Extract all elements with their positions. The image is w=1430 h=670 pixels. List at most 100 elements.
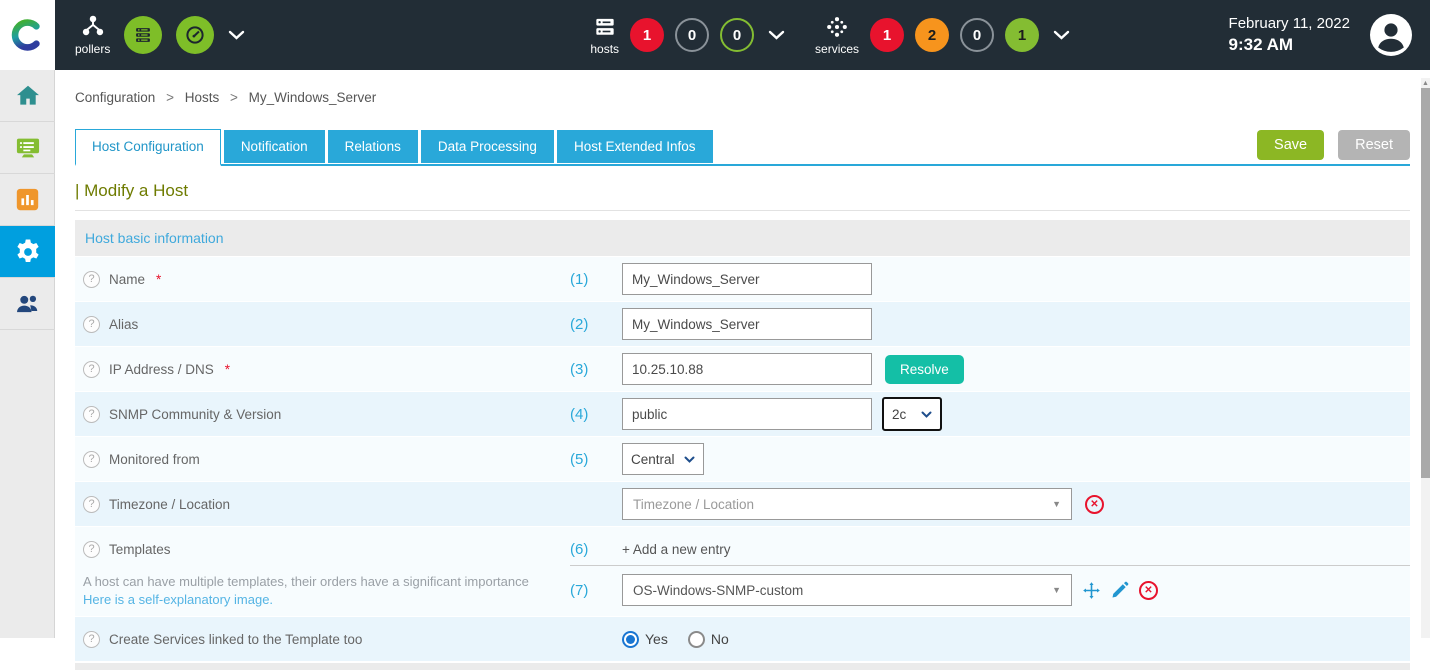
sidebar-item-configuration[interactable] [0,226,55,278]
tab-host-extended-infos[interactable]: Host Extended Infos [557,130,713,163]
timezone-select[interactable]: Timezone / Location ▼ [622,488,1072,520]
bar-chart-icon [14,186,41,213]
pencil-icon [1111,581,1129,599]
edit-template-button[interactable] [1111,581,1129,599]
alias-input[interactable] [622,308,872,340]
section-host-basic-information[interactable]: Host basic information [75,220,1410,256]
vertical-scrollbar[interactable]: ▲ [1421,78,1430,638]
timezone-label-cell: ? Timezone / Location [75,496,570,513]
tab-host-configuration[interactable]: Host Configuration [75,129,221,166]
user-avatar[interactable] [1370,14,1412,56]
clear-timezone-icon[interactable]: ✕ [1085,495,1104,514]
name-input[interactable] [622,263,872,295]
timezone-label: Timezone / Location [109,497,230,512]
services-warning-badge[interactable]: 2 [915,18,949,52]
snmp-version-select[interactable]: 2c [882,397,942,431]
chevron-down-icon [684,456,695,463]
centreon-logo[interactable] [0,0,55,70]
move-template-handle[interactable] [1082,581,1101,600]
tab-data-processing[interactable]: Data Processing [421,130,554,163]
create-services-yes-option[interactable]: Yes [622,631,668,648]
services-chevron-down-icon[interactable] [1053,30,1070,40]
templates-helper-link[interactable]: Here is a self-explanatory image. [83,592,273,607]
hosts-up-badge[interactable]: 0 [720,18,754,52]
sidebar-item-reporting[interactable] [0,174,55,226]
pollers-group: pollers [75,14,245,56]
tab-relations[interactable]: Relations [328,130,418,163]
page-content: Configuration > Hosts > My_Windows_Serve… [55,70,1430,670]
reset-button[interactable]: Reset [1338,130,1410,160]
sidebar-item-monitoring[interactable] [0,122,55,174]
help-icon[interactable]: ? [83,496,100,513]
annotation-4: (4) [570,406,622,423]
create-services-no-option[interactable]: No [688,631,729,648]
templates-label: Templates [109,542,171,557]
annotation-7: (7) [570,582,622,599]
services-critical-badge[interactable]: 1 [870,18,904,52]
help-icon[interactable]: ? [83,361,100,378]
required-asterisk: * [225,362,230,377]
sidebar-item-home[interactable] [0,70,55,122]
tab-notification[interactable]: Notification [224,130,325,163]
monitored-from-label-cell: ? Monitored from [75,451,570,468]
save-button[interactable]: Save [1257,130,1324,160]
help-icon[interactable]: ? [83,406,100,423]
scrollbar-thumb[interactable] [1421,88,1430,478]
poller-latency-status[interactable] [176,16,214,54]
snmp-label-cell: ? SNMP Community & Version [75,406,570,423]
poller-servers-status[interactable] [124,16,162,54]
hosts-unreachable-badge[interactable]: 0 [675,18,709,52]
breadcrumb-hosts[interactable]: Hosts [185,90,220,105]
snmp-community-label: SNMP Community & Version [109,407,281,422]
pollers-status[interactable]: pollers [75,14,110,56]
sidebar-item-administration[interactable] [0,278,55,330]
caret-down-icon: ▼ [1052,499,1061,509]
pollers-chevron-down-icon[interactable] [228,30,245,40]
template-select[interactable]: OS-Windows-SNMP-custom ▼ [622,574,1072,606]
header-time: 9:32 AM [1229,34,1350,55]
hosts-status[interactable]: hosts [590,14,619,56]
breadcrumb-configuration[interactable]: Configuration [75,90,155,105]
form-row-name: ? Name * (1) [75,257,1410,301]
add-template-entry-link[interactable]: + Add a new entry [622,542,730,557]
user-icon [1370,14,1412,56]
radio-no[interactable] [688,631,705,648]
services-unknown-badge[interactable]: 0 [960,18,994,52]
monitored-from-value: Central [631,452,675,467]
help-icon[interactable]: ? [83,271,100,288]
header-clock: February 11, 2022 9:32 AM [1229,15,1350,55]
alias-label: Alias [109,317,138,332]
sidebar [0,0,55,638]
scrollbar-up-arrow[interactable]: ▲ [1421,78,1430,88]
templates-controls: (6) + Add a new entry (7) OS-Windows-SNM… [570,534,1410,606]
snmp-community-input[interactable] [622,398,872,430]
ip-address-input[interactable] [622,353,872,385]
help-icon[interactable]: ? [83,316,100,333]
users-icon [14,290,42,318]
hosts-down-badge[interactable]: 1 [630,18,664,52]
help-icon[interactable]: ? [83,541,100,558]
resolve-button[interactable]: Resolve [885,355,964,384]
template-value: OS-Windows-SNMP-custom [633,583,803,598]
hosts-chevron-down-icon[interactable] [768,30,785,40]
radio-yes[interactable] [622,631,639,648]
services-ok-badge[interactable]: 1 [1005,18,1039,52]
services-label: services [815,42,859,56]
create-services-label: Create Services linked to the Template t… [109,632,362,647]
annotation-3: (3) [570,361,622,378]
help-icon[interactable]: ? [83,451,100,468]
help-icon[interactable]: ? [83,631,100,648]
form-row-alias: ? Alias (2) [75,302,1410,346]
tab-bar: Host Configuration Notification Relation… [75,129,1410,166]
remove-template-icon[interactable]: ✕ [1139,581,1158,600]
annotation-6: (6) [570,541,622,558]
chevron-down-icon [921,411,932,418]
gauge-icon [184,24,206,46]
form-actions: Save Reset [1257,130,1410,160]
monitored-from-select[interactable]: Central [622,443,704,475]
hosts-label: hosts [590,42,619,56]
services-status[interactable]: services [815,14,859,56]
form-row-monitored-from: ? Monitored from (5) Central [75,437,1410,481]
services-icon [824,14,850,40]
ip-label-cell: ? IP Address / DNS * [75,361,570,378]
